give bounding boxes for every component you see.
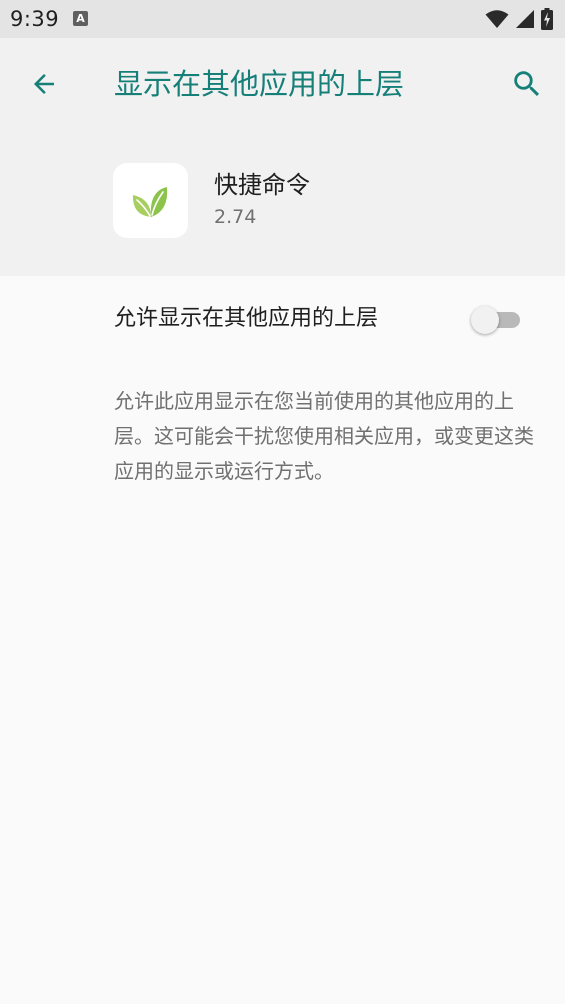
app-name: 快捷命令 xyxy=(214,171,310,199)
toggle-thumb xyxy=(471,306,499,334)
arrow-back-icon xyxy=(34,74,54,94)
setting-label: 允许显示在其他应用的上层 xyxy=(114,306,379,331)
allow-overlay-setting[interactable]: 允许显示在其他应用的上层 xyxy=(0,277,565,363)
page-title: 显示在其他应用的上层 xyxy=(114,67,405,101)
a-letter-icon: A xyxy=(73,11,88,26)
battery-charging-icon xyxy=(541,8,553,30)
back-button[interactable] xyxy=(20,60,68,108)
cellular-signal-icon xyxy=(516,10,534,28)
app-version: 2.74 xyxy=(214,206,257,228)
status-time: 9:39 xyxy=(10,7,60,31)
search-icon xyxy=(514,71,540,97)
app-bar: 显示在其他应用的上层 快捷命令 2.74 xyxy=(0,38,565,276)
allow-overlay-toggle[interactable] xyxy=(470,305,524,335)
status-bar: 9:39 A xyxy=(0,0,565,38)
setting-description: 允许此应用显示在您当前使用的其他应用的上层。这可能会干扰您使用相关应用，或变更这… xyxy=(114,389,534,483)
leaf-icon xyxy=(132,186,167,217)
wifi-icon xyxy=(485,10,509,28)
search-button[interactable] xyxy=(503,60,551,108)
app-icon xyxy=(113,163,188,238)
status-icons xyxy=(485,7,553,31)
